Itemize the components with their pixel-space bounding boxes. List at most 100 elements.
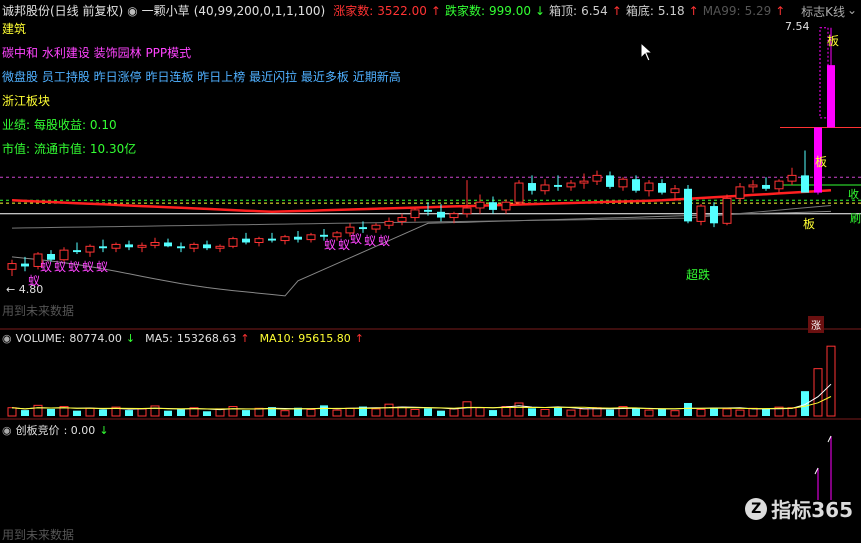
settings-icon[interactable]: ◉ <box>2 424 12 437</box>
candle-body <box>254 238 264 243</box>
volume-bar <box>762 408 770 416</box>
candle-body <box>579 180 589 184</box>
volume-bar <box>579 408 589 417</box>
volume-bar <box>735 409 745 417</box>
candle-body <box>228 238 238 247</box>
volume-bar <box>449 408 459 417</box>
ant-label: 蚁 <box>54 260 67 274</box>
candle-body <box>359 227 367 230</box>
volume-bar <box>384 403 394 417</box>
volume-bar <box>137 408 147 417</box>
candle-body <box>150 241 160 246</box>
ant-label: 蚁 <box>96 260 109 274</box>
ant-label: 蚁 <box>364 234 377 248</box>
candle-body <box>371 224 381 230</box>
candle-body <box>658 183 666 193</box>
volume-bar <box>722 408 732 417</box>
red-ma-line <box>11 189 832 214</box>
candle-body <box>73 250 81 253</box>
candle-body <box>528 183 536 191</box>
volume-label[interactable]: VOLUME: <box>16 332 66 345</box>
ma-gray-line <box>11 205 832 229</box>
candle-body <box>489 202 497 210</box>
volume-bar <box>242 410 250 416</box>
candle-body <box>424 209 432 212</box>
volume-bar <box>7 407 17 417</box>
ant-label: 蚁 <box>28 274 41 288</box>
candle-body <box>501 201 511 211</box>
ma5-label: MA5: <box>145 332 173 345</box>
candle-body <box>540 184 550 192</box>
candle-body <box>618 178 628 188</box>
ban-label-mid: 板 <box>815 155 828 169</box>
volume-bar <box>21 410 29 416</box>
candle-body <box>722 197 732 224</box>
volume-bar <box>684 402 692 416</box>
candle-body <box>242 238 250 243</box>
candle-body <box>268 238 276 241</box>
volume-bar <box>540 408 550 417</box>
volume-bar <box>397 406 407 417</box>
volume-bar <box>696 408 706 417</box>
candle-body <box>7 263 17 270</box>
volume-bar <box>33 404 43 417</box>
candle-body <box>306 234 316 241</box>
up-arrow-icon: ↑ <box>240 332 250 345</box>
mouse-cursor-icon <box>640 41 654 65</box>
volume-bar <box>644 409 654 417</box>
candle-body <box>125 244 133 248</box>
volume-bar <box>371 408 381 417</box>
volume-bar <box>554 407 562 416</box>
candle-body <box>475 201 485 209</box>
volume-bar <box>606 409 614 416</box>
volume-bar <box>85 407 95 417</box>
volume-bar <box>462 401 472 417</box>
volume-bar <box>164 410 172 416</box>
ant-label: 蚁 <box>324 238 337 252</box>
ban-label-bottom: 板 <box>803 217 816 231</box>
candle-body <box>397 217 407 222</box>
candle-body <box>462 207 472 215</box>
candle-body <box>384 220 394 226</box>
volume-bar <box>813 368 823 417</box>
candle-body <box>111 243 121 249</box>
chaodie-label: 超跌 <box>686 268 711 282</box>
ma10-label: MA10: <box>259 332 295 345</box>
volume-bar <box>632 408 640 416</box>
volume-bar <box>47 408 55 416</box>
candle-body <box>514 182 524 203</box>
ma10-value: 95615.80 <box>298 332 351 345</box>
candle-body <box>137 244 147 248</box>
candle-body <box>294 236 302 240</box>
volume-bar <box>73 410 81 416</box>
candle-body <box>280 236 290 242</box>
ma5-volume-line <box>11 383 832 411</box>
volume-bar <box>801 391 809 416</box>
volume-bar <box>489 410 497 416</box>
candle-body <box>203 244 211 249</box>
volume-bar <box>658 408 666 416</box>
candle-body <box>606 175 614 187</box>
candle-body <box>632 179 640 191</box>
watermark-text: 指标365 <box>771 498 853 522</box>
ma5-value: 153268.63 <box>176 332 237 345</box>
ma99-line <box>11 210 832 297</box>
candle-body <box>774 180 784 190</box>
volume-bar <box>826 345 836 417</box>
ban-label-top: 板 <box>827 34 840 48</box>
candle-body <box>449 213 459 219</box>
bid-title[interactable]: 创板竞价 <box>16 422 60 438</box>
volume-bar <box>424 408 432 416</box>
right-label-2: 刷 <box>850 212 861 225</box>
volume-bar <box>670 410 680 417</box>
candle-body <box>164 242 172 247</box>
candle-body <box>748 184 758 188</box>
volume-bar <box>332 409 342 417</box>
price-volume-charts[interactable] <box>0 0 861 537</box>
volume-bar <box>99 409 107 416</box>
ant-label: 蚁 <box>338 238 351 252</box>
settings-icon[interactable]: ◉ <box>2 332 12 345</box>
volume-bar <box>125 410 133 416</box>
down-arrow-icon: ↓ <box>125 332 136 345</box>
bid-value: : 0.00 <box>63 423 96 437</box>
